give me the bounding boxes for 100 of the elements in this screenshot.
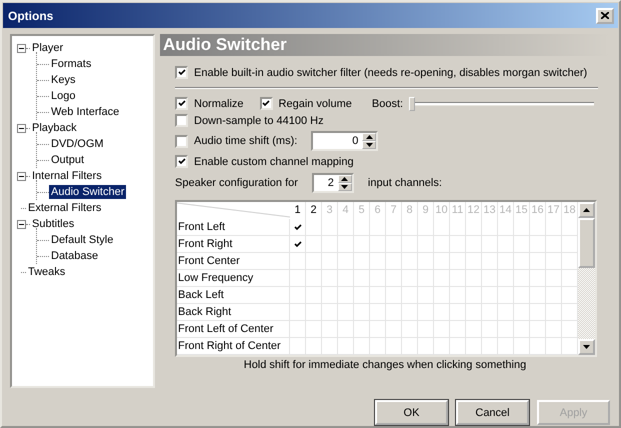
grid-cell[interactable] [498,219,514,236]
checkbox[interactable] [175,114,188,127]
grid-cell[interactable] [466,270,482,287]
collapse-icon[interactable] [17,124,26,132]
dialog-button[interactable]: OK [375,400,448,425]
grid-cell[interactable] [418,287,434,304]
grid-cell[interactable] [434,287,450,304]
grid-cell[interactable] [290,270,306,287]
grid-cell[interactable] [322,321,338,338]
scrollbar[interactable] [578,202,595,355]
grid-cell[interactable] [338,236,354,253]
collapse-icon[interactable] [17,172,26,180]
grid-cell[interactable] [418,253,434,270]
slider-thumb[interactable] [409,96,416,110]
grid-cell[interactable] [498,304,514,321]
grid-cell[interactable] [306,219,322,236]
grid-cell[interactable] [482,304,498,321]
grid-cell[interactable] [402,236,418,253]
grid-cell[interactable] [466,321,482,338]
grid-cell[interactable] [354,304,370,321]
grid-cell[interactable] [514,253,530,270]
grid-cell[interactable] [418,338,434,355]
grid-cell[interactable] [290,338,306,355]
grid-cell[interactable] [530,287,546,304]
grid-cell[interactable] [322,304,338,321]
grid-cell[interactable] [530,338,546,355]
grid-cell[interactable] [546,219,562,236]
grid-cell[interactable] [290,253,306,270]
tree-item[interactable]: Audio Switcher [49,185,126,199]
grid-cell[interactable] [514,270,530,287]
grid-cell[interactable] [482,236,498,253]
grid-cell[interactable] [370,338,386,355]
checkbox[interactable] [175,155,188,168]
collapse-icon[interactable] [17,220,26,228]
grid-cell[interactable] [466,236,482,253]
grid-cell[interactable] [546,270,562,287]
grid-cell[interactable] [306,321,322,338]
grid-cell[interactable] [482,287,498,304]
grid-cell[interactable] [482,253,498,270]
spin-field[interactable]: 0 [311,131,378,151]
tree-item[interactable]: Formats [49,57,94,71]
grid-cell[interactable] [530,253,546,270]
grid-cell[interactable] [306,304,322,321]
grid-cell[interactable] [354,236,370,253]
checkbox[interactable] [175,97,188,110]
grid-cell[interactable] [482,321,498,338]
grid-cell[interactable] [386,253,402,270]
grid-cell[interactable] [450,304,466,321]
grid-cell[interactable] [338,321,354,338]
grid-cell[interactable] [498,236,514,253]
grid-cell[interactable] [290,236,306,253]
grid-cell[interactable] [482,219,498,236]
grid-cell[interactable] [306,338,322,355]
grid-cell[interactable] [370,304,386,321]
grid-cell[interactable] [418,219,434,236]
grid-cell[interactable] [514,304,530,321]
grid-cell[interactable] [530,304,546,321]
grid-cell[interactable] [338,287,354,304]
grid-cell[interactable] [530,321,546,338]
grid-cell[interactable] [402,338,418,355]
grid-cell[interactable] [370,270,386,287]
grid-cell[interactable] [514,287,530,304]
grid-cell[interactable] [466,219,482,236]
grid-cell[interactable] [498,338,514,355]
grid-cell[interactable] [466,287,482,304]
tree-item[interactable]: Web Interface [49,105,122,119]
close-button[interactable] [596,8,614,24]
grid-cell[interactable] [386,270,402,287]
grid-cell[interactable] [434,270,450,287]
grid-cell[interactable] [306,287,322,304]
grid-cell[interactable] [322,253,338,270]
grid-cell[interactable] [354,287,370,304]
grid-cell[interactable] [338,270,354,287]
grid-cell[interactable] [514,236,530,253]
grid-cell[interactable] [402,253,418,270]
grid-cell[interactable] [498,270,514,287]
grid-cell[interactable] [498,253,514,270]
grid-cell[interactable] [434,236,450,253]
grid-cell[interactable] [338,219,354,236]
grid-cell[interactable] [306,270,322,287]
grid-cell[interactable] [402,219,418,236]
dialog-button[interactable]: Cancel [456,400,529,425]
tree-item[interactable]: Database [49,249,100,263]
grid-cell[interactable] [466,253,482,270]
grid-cell[interactable] [354,321,370,338]
grid-cell[interactable] [546,338,562,355]
tree-item[interactable]: Keys [49,73,78,87]
tree-item[interactable]: Output [49,153,86,167]
grid-cell[interactable] [370,219,386,236]
grid-cell[interactable] [338,304,354,321]
grid-cell[interactable] [290,321,306,338]
grid-cell[interactable] [546,321,562,338]
grid-cell[interactable] [322,287,338,304]
grid-cell[interactable] [386,287,402,304]
tree-item[interactable]: Logo [49,89,78,103]
grid-cell[interactable] [370,253,386,270]
grid-cell[interactable] [386,219,402,236]
grid-cell[interactable] [290,304,306,321]
grid-cell[interactable] [434,253,450,270]
grid-cell[interactable] [338,253,354,270]
